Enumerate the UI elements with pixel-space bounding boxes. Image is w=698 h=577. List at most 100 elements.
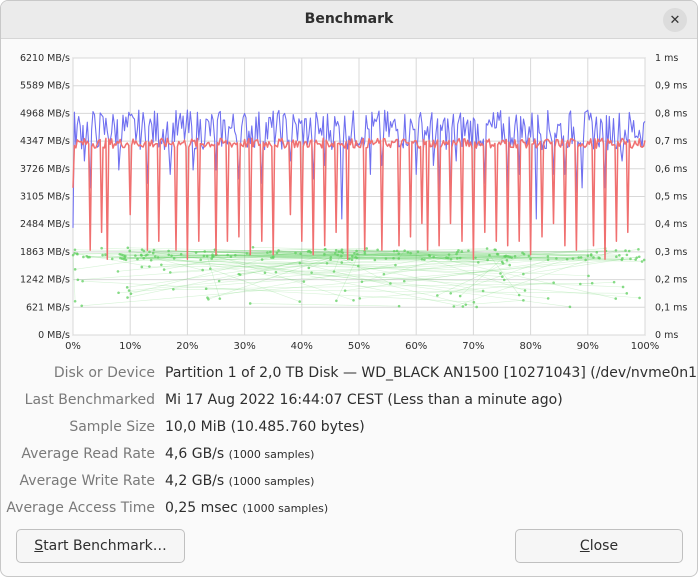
access-time-point [397, 304, 401, 308]
access-time-point [555, 257, 558, 260]
access-time-point [586, 254, 590, 258]
access-time-point [513, 255, 517, 258]
access-time-point [395, 249, 399, 253]
access-time-point [351, 254, 354, 258]
access-time-point [436, 294, 439, 297]
access-time-point [627, 249, 631, 253]
access-time-point [578, 282, 582, 286]
access-time-point [101, 253, 104, 257]
access-time-point [201, 268, 204, 272]
access-time-point [335, 299, 338, 303]
access-time-point [207, 297, 210, 301]
access-time-point [568, 305, 572, 309]
access-time-point [637, 248, 640, 251]
titlebar: Benchmark ✕ [1, 1, 697, 39]
left-tick-label: 4347 MB/s [20, 136, 70, 147]
access-time-point [546, 255, 550, 258]
access-time-point [127, 289, 131, 292]
close-button[interactable]: Close [515, 529, 683, 563]
access-time-point [142, 249, 146, 253]
access-time-point [110, 257, 114, 261]
right-tick-label: 0,1 ms [655, 302, 687, 313]
access-time-point [504, 255, 507, 258]
access-time-point [565, 257, 569, 261]
access-time-point [294, 251, 297, 255]
right-tick-label: 0,8 ms [655, 108, 687, 119]
write-rate-label: Average Write Rate [19, 473, 155, 489]
x-tick-label: 40% [291, 341, 313, 352]
access-time-point [621, 285, 625, 289]
access-time-point [307, 266, 311, 270]
access-time-point [148, 250, 151, 254]
access-time-point [355, 249, 358, 253]
access-time-point [167, 249, 170, 253]
access-time-point [340, 261, 344, 264]
access-time-point [546, 258, 550, 262]
access-time-point [329, 255, 333, 259]
left-tick-label: 3726 MB/s [20, 164, 70, 175]
access-time-point [634, 258, 637, 261]
access-time-point [589, 253, 593, 256]
disk-label: Disk or Device [53, 365, 155, 381]
access-time-point [277, 249, 280, 252]
access-time-point [298, 261, 302, 265]
x-tick-label: 100% [631, 341, 660, 352]
access-time-point [501, 275, 504, 278]
close-icon[interactable]: ✕ [663, 8, 687, 32]
access-time-point [488, 253, 491, 257]
access-time-point [126, 246, 130, 250]
access-time-point [461, 305, 465, 308]
access-time-point [458, 294, 462, 298]
access-time-point [142, 256, 146, 260]
left-tick-label: 621 MB/s [26, 302, 70, 313]
x-tick-label: 50% [348, 341, 370, 352]
access-time-point [577, 256, 581, 259]
access-time-point [397, 252, 400, 256]
access-time-point [217, 279, 221, 283]
access-time-point [199, 258, 202, 262]
access-time-point [406, 251, 410, 254]
access-time-point [392, 256, 395, 260]
left-tick-label: 6210 MB/s [20, 53, 70, 64]
benchmark-chart: 0% 10% 20% 30% 40% 50% 60% 70% 80% 90% 100% 6210 MB… [1, 41, 697, 356]
access-time-point [81, 279, 84, 283]
access-time-point [355, 256, 359, 260]
access-time-label: Average Access Time [6, 500, 155, 516]
access-time-point [275, 251, 279, 255]
start-mnemonic: S [34, 538, 44, 554]
access-time-point [460, 250, 464, 253]
access-time-point [447, 253, 451, 256]
access-time-point [128, 249, 131, 253]
access-time-point [457, 249, 460, 252]
access-time-point [427, 253, 431, 257]
access-time-point [510, 256, 513, 259]
access-time-point [205, 254, 209, 258]
access-time-point [167, 253, 171, 257]
access-time-point [642, 258, 646, 262]
access-time-point [86, 255, 90, 259]
access-time-point [151, 251, 155, 255]
access-time-point [148, 265, 151, 268]
left-tick-label: 1242 MB/s [20, 275, 70, 286]
access-time-point [160, 263, 163, 267]
access-time-point [341, 251, 344, 255]
access-time-point [334, 249, 338, 252]
sample-size-value: 10,0 MiB (10.485.760 bytes) [165, 419, 365, 435]
access-time-point [552, 281, 555, 285]
access-time-point [266, 251, 269, 254]
access-time-point [365, 247, 368, 250]
access-time-point [172, 257, 176, 260]
access-time-point [403, 249, 406, 252]
access-time-point [340, 248, 344, 251]
access-time-point [274, 270, 278, 274]
access-time-point [170, 254, 173, 257]
access-time-point [352, 298, 355, 302]
disk-value: Partition 1 of 2,0 TB Disk — WD_BLACK AN… [165, 365, 698, 381]
start-benchmark-button[interactable]: Start Benchmark… [16, 529, 185, 563]
access-time-point [172, 287, 175, 291]
access-time-point [527, 254, 531, 258]
access-time-point [73, 248, 77, 252]
left-tick-label: 4968 MB/s [20, 108, 70, 119]
access-time-point [73, 268, 77, 271]
access-time-point [618, 254, 621, 257]
